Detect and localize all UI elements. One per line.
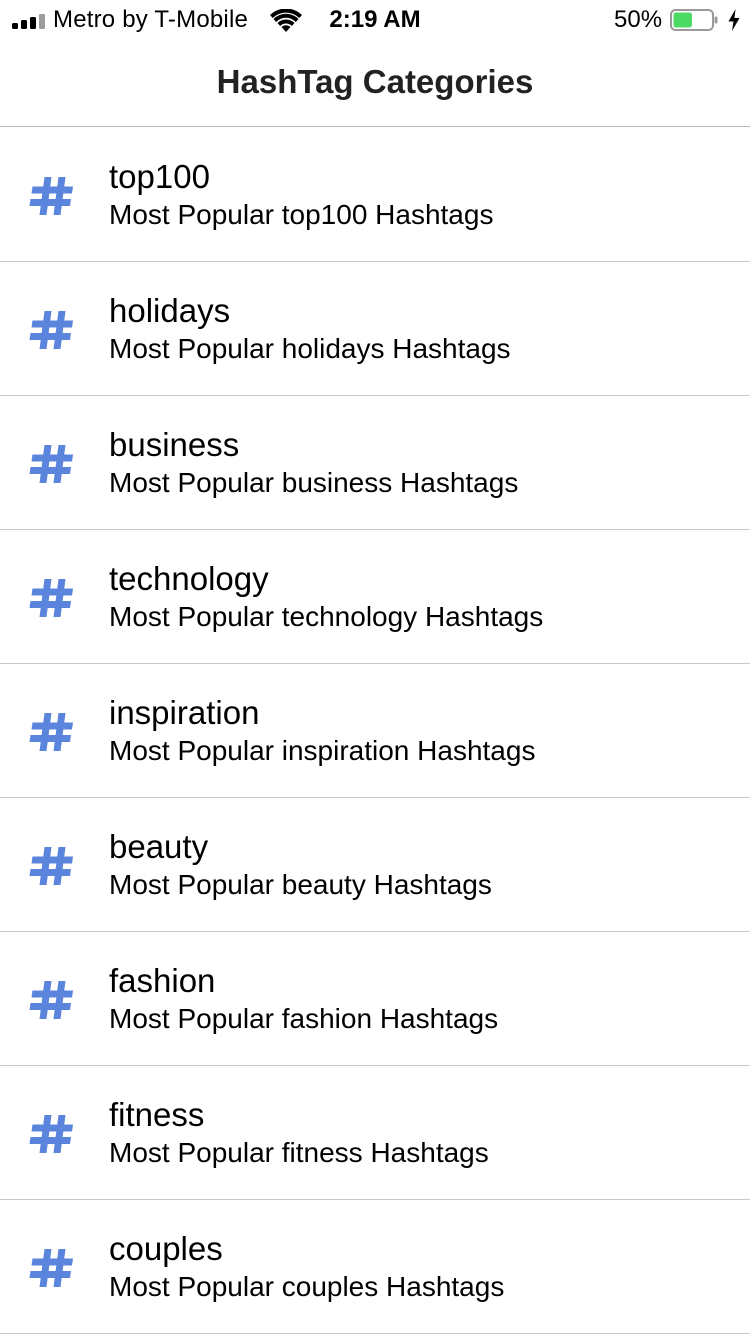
- hash-icon: [29, 177, 73, 215]
- category-subtitle: Most Popular beauty Hashtags: [109, 869, 492, 900]
- category-title: business: [109, 426, 240, 463]
- category-subtitle: Most Popular inspiration Hashtags: [109, 735, 536, 766]
- category-subtitle: Most Popular couples Hashtags: [109, 1271, 505, 1302]
- battery-percentage: 50%: [614, 6, 663, 33]
- category-title: fashion: [109, 962, 216, 999]
- hash-icon: [29, 981, 73, 1019]
- category-title: holidays: [109, 292, 231, 329]
- category-subtitle: Most Popular fitness Hashtags: [109, 1137, 489, 1168]
- category-row-business[interactable]: business Most Popular business Hashtags: [0, 396, 750, 530]
- category-row-top100[interactable]: top100 Most Popular top100 Hashtags: [0, 128, 750, 262]
- charging-bolt-icon: [728, 9, 740, 31]
- battery-icon: [670, 9, 718, 31]
- category-subtitle: Most Popular top100 Hashtags: [109, 199, 494, 230]
- category-subtitle: Most Popular fashion Hashtags: [109, 1003, 499, 1034]
- hash-icon: [29, 1115, 73, 1153]
- hash-icon: [29, 445, 73, 483]
- hash-icon: [29, 311, 73, 349]
- category-row-technology[interactable]: technology Most Popular technology Hasht…: [0, 530, 750, 664]
- navigation-bar: HashTag Categories: [0, 40, 750, 127]
- category-row-couples[interactable]: couples Most Popular couples Hashtags: [0, 1200, 750, 1334]
- hash-icon: [29, 1249, 73, 1287]
- category-title: couples: [109, 1230, 223, 1267]
- page-title: HashTag Categories: [216, 63, 534, 100]
- category-row-fitness[interactable]: fitness Most Popular fitness Hashtags: [0, 1066, 750, 1200]
- category-title: beauty: [109, 828, 209, 865]
- category-subtitle: Most Popular business Hashtags: [109, 467, 519, 498]
- category-row-holidays[interactable]: holidays Most Popular holidays Hashtags: [0, 262, 750, 396]
- category-title: inspiration: [109, 694, 260, 731]
- category-title: technology: [109, 560, 269, 597]
- hash-icon: [29, 579, 73, 617]
- category-title: fitness: [109, 1096, 205, 1133]
- category-title: top100: [109, 158, 210, 195]
- category-row-inspiration[interactable]: inspiration Most Popular inspiration Has…: [0, 664, 750, 798]
- category-row-beauty[interactable]: beauty Most Popular beauty Hashtags: [0, 798, 750, 932]
- category-subtitle: Most Popular technology Hashtags: [109, 601, 544, 632]
- category-subtitle: Most Popular holidays Hashtags: [109, 333, 511, 364]
- category-row-fashion[interactable]: fashion Most Popular fashion Hashtags: [0, 932, 750, 1066]
- category-list: top100 Most Popular top100 Hashtags holi…: [0, 128, 750, 1334]
- hash-icon: [29, 713, 73, 751]
- hash-icon: [29, 847, 73, 885]
- status-bar: Metro by T-Mobile 2:19 AM 50%: [0, 0, 750, 40]
